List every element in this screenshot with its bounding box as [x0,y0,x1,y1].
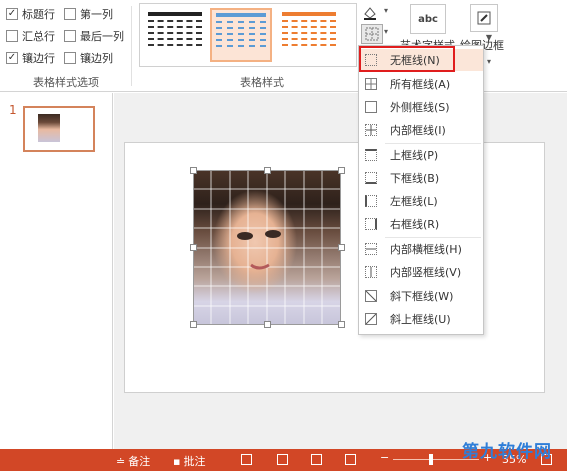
comment-icon: ▪ [173,454,181,468]
all-borders-icon [365,78,377,90]
inside-horizontal-border-icon [365,243,377,255]
checkbox-checked-icon: ✓ [6,8,18,20]
borders-dropdown-icon[interactable]: ▾ [384,27,388,36]
slide-sorter-button[interactable] [277,454,288,465]
banded-rows-checkbox[interactable]: ✓ 镶边行 [6,50,55,66]
menu-item-inside-borders[interactable]: 内部框线(I) [359,119,483,141]
reading-view-icon [311,454,322,465]
highlight-annotation-box [359,46,455,72]
zoom-slider-thumb[interactable] [429,454,433,465]
first-column-checkbox[interactable]: 第一列 [64,6,113,22]
menu-item-top-border[interactable]: 上框线(P) [359,144,483,166]
last-column-checkbox[interactable]: 最后一列 [64,28,124,44]
menu-item-inside-horizontal-border[interactable]: 内部横框线(H) [359,238,483,260]
table-style-orange[interactable] [278,8,340,62]
thumbnail-photo [38,114,60,142]
top-border-icon [365,149,377,161]
menu-item-diagonal-up-border[interactable]: 斜上框线(U) [359,308,483,330]
checkbox-icon [64,52,76,64]
slideshow-button[interactable] [345,454,356,465]
draw-border-pencil-icon [477,11,491,25]
resize-handle[interactable] [338,244,345,251]
resize-handle[interactable] [190,244,197,251]
borders-icon [365,27,379,41]
notes-button[interactable]: ≐ 备注 [116,453,150,469]
borders-button[interactable] [361,24,383,44]
header-row-checkbox[interactable]: ✓ 标题行 [6,6,55,22]
slide-number: 1 [9,103,17,117]
resize-handle[interactable] [264,321,271,328]
resize-handle[interactable] [190,321,197,328]
resize-handle[interactable] [338,321,345,328]
menu-item-diagonal-down-border[interactable]: 斜下框线(W) [359,285,483,307]
menu-item-left-border[interactable]: 左框线(L) [359,190,483,212]
diagonal-up-border-icon [365,313,377,325]
borders-menu: 无框线(N) 所有框线(A) 外侧框线(S) 内部框线(I) 上框线(P) 下框… [358,45,484,335]
table-style-blue[interactable] [210,8,272,62]
zoom-out-button[interactable]: − [380,451,389,464]
resize-handle[interactable] [264,167,271,174]
group-divider [131,6,132,86]
menu-item-outside-borders[interactable]: 外侧框线(S) [359,96,483,118]
checkbox-checked-icon: ✓ [6,52,18,64]
table-style-options-group-label: 表格样式选项 [33,76,99,89]
bottom-border-icon [365,172,377,184]
menu-item-right-border[interactable]: 右框线(R) [359,213,483,235]
slide-sorter-icon [277,454,288,465]
normal-view-button[interactable] [241,454,252,465]
total-row-checkbox[interactable]: 汇总行 [6,28,55,44]
resize-handle[interactable] [190,167,197,174]
menu-item-inside-vertical-border[interactable]: 内部竖框线(V) [359,261,483,283]
diagonal-down-border-icon [365,290,377,302]
checkbox-icon [64,30,76,42]
table-style-dark[interactable] [144,8,206,62]
right-border-icon [365,218,377,230]
left-border-icon [365,195,377,207]
checkbox-icon [64,8,76,20]
selection-frame [193,170,341,325]
inside-vertical-border-icon [365,266,377,278]
wordart-styles-button[interactable]: abc [410,4,446,34]
slideshow-icon [345,454,356,465]
menu-item-bottom-border[interactable]: 下框线(B) [359,167,483,189]
slide-thumbnail[interactable] [23,106,95,152]
wordart-icon: abc [418,13,438,25]
resize-handle[interactable] [338,167,345,174]
gallery-more-icon[interactable]: ▾ [487,57,491,66]
inside-borders-icon [365,124,377,136]
draw-borders-button[interactable] [470,4,498,32]
table-styles-gallery: ▲ ▼ ▾ [139,3,492,67]
shading-button[interactable] [361,4,379,21]
notes-icon: ≐ [116,454,126,468]
watermark-logo: 第九软件网 [462,442,552,462]
outside-borders-icon [365,101,377,113]
shading-dropdown-icon[interactable]: ▾ [384,6,388,15]
menu-item-all-borders[interactable]: 所有框线(A) [359,73,483,95]
normal-view-icon [241,454,252,465]
paint-bucket-icon [364,6,376,20]
table-styles-group-label: 表格样式 [240,76,284,89]
reading-view-button[interactable] [311,454,322,465]
banded-columns-checkbox[interactable]: 镶边列 [64,50,113,66]
comments-button[interactable]: ▪ 批注 [173,453,205,469]
checkbox-icon [6,30,18,42]
